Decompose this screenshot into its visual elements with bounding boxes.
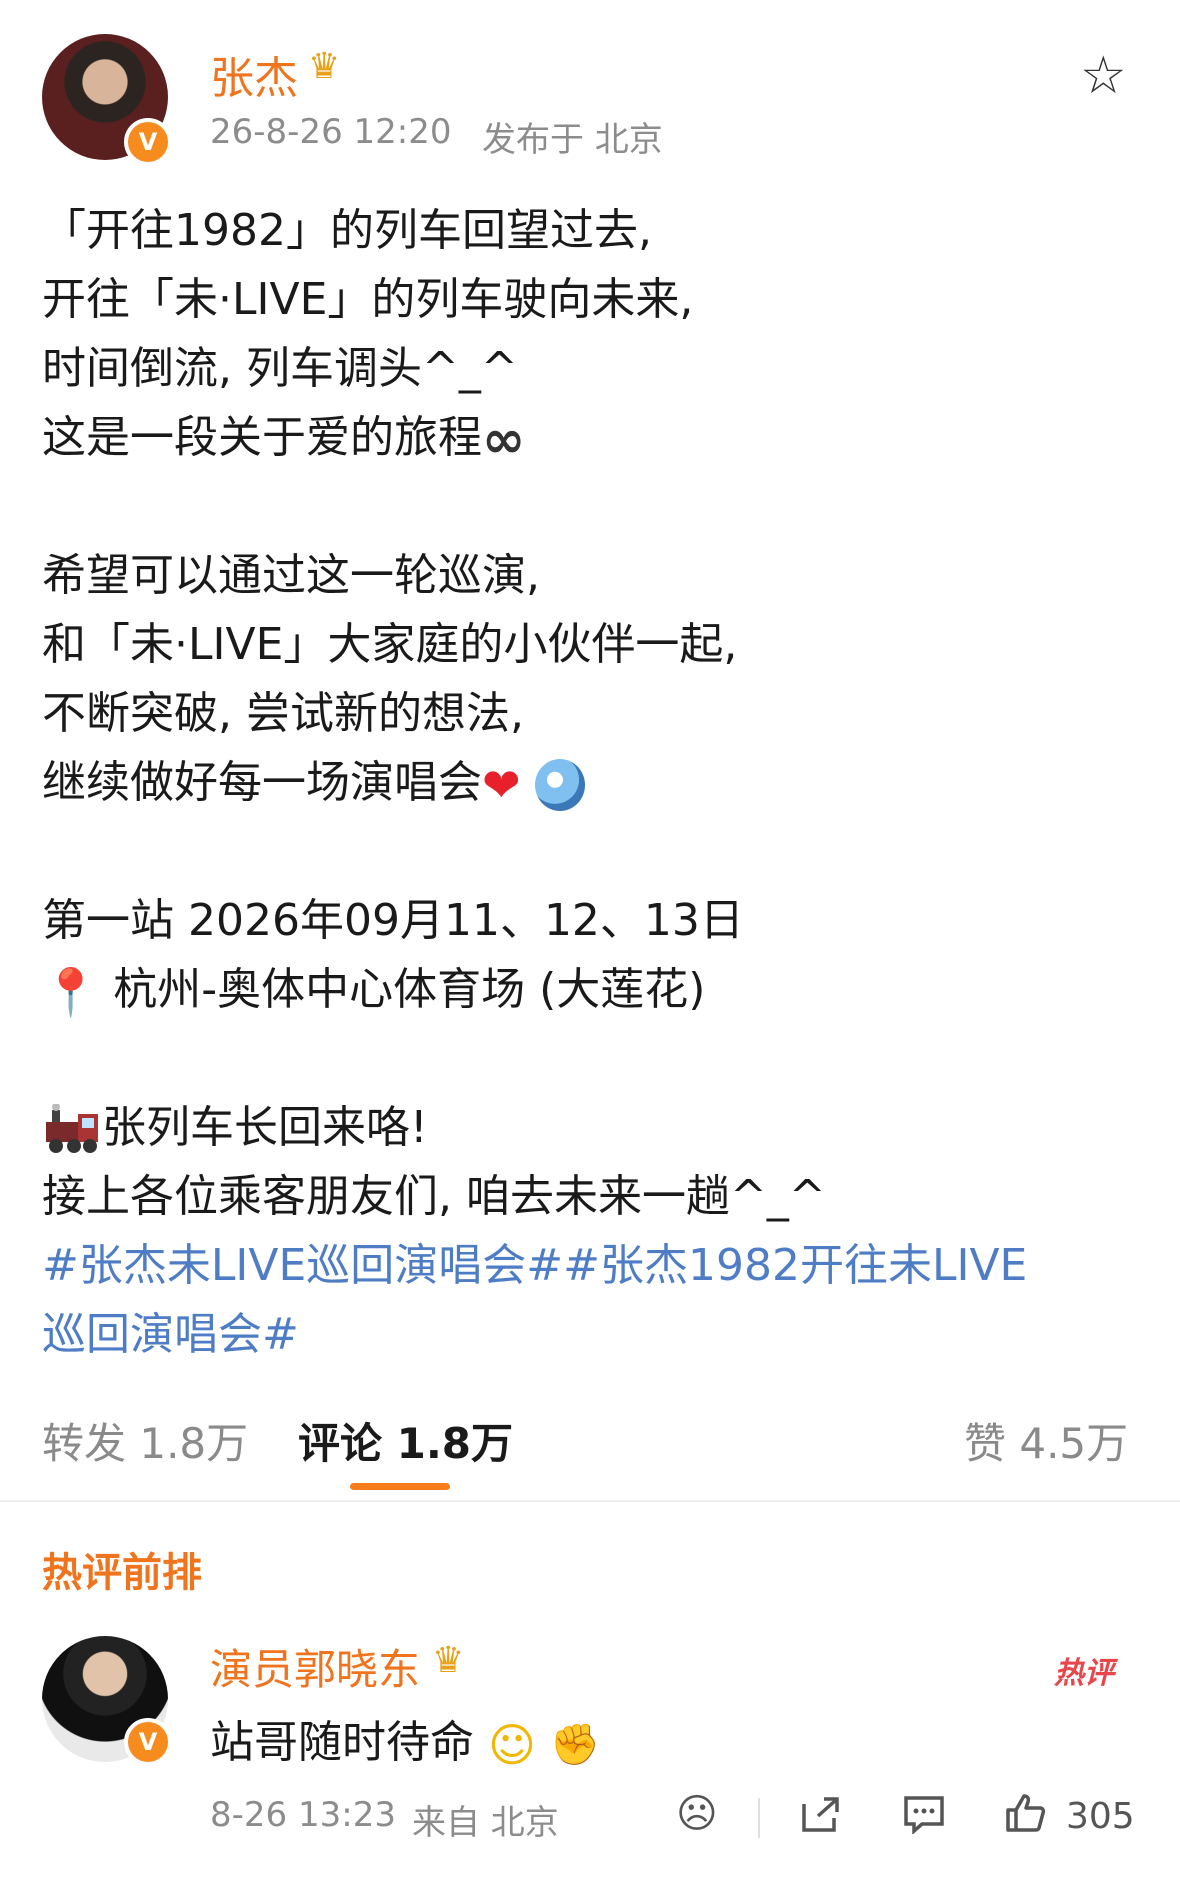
favorite-star-icon[interactable]: ☆ <box>1080 50 1127 102</box>
astronaut-emoji-icon <box>534 759 585 811</box>
post-line: 第一站 2026年09月11、12、13日 <box>42 895 744 946</box>
author-name[interactable]: 张杰 <box>210 42 298 106</box>
post-line: 希望可以通过这一轮巡演, <box>42 550 540 601</box>
dislike-face-icon[interactable]: ☹ <box>676 1794 718 1834</box>
train-icon <box>42 1103 102 1156</box>
post-line: 时间倒流, 列车调头^_^ <box>42 343 518 394</box>
tab-likes[interactable]: 赞 4.5万 <box>964 1410 1128 1471</box>
hashtag-link[interactable]: 巡回演唱会# <box>42 1300 1142 1369</box>
post-line: 继续做好每一场演唱会❤ <box>42 748 1142 817</box>
tab-comments[interactable]: 评论 1.8万 <box>298 1410 513 1471</box>
post-location: 发布于 北京 <box>482 120 663 160</box>
post-line-text: 继续做好每一场演唱会 <box>42 757 482 808</box>
post-line: 「开往1982」的列车回望过去, <box>42 205 652 256</box>
heart-icon: ❤ <box>482 758 521 812</box>
crown-icon: ♛ <box>432 1640 465 1681</box>
comment-text: 站哥随时待命 ☺ ✊ <box>210 1706 600 1770</box>
like-thumb-icon[interactable] <box>1004 1792 1046 1841</box>
post-timestamp: 26-8-26 12:20 <box>210 112 452 152</box>
hot-comments-title: 热评前排 <box>42 1550 202 1596</box>
active-tab-indicator <box>350 1483 450 1490</box>
fist-emoji-icon: ✊ <box>549 1722 600 1768</box>
comment-text-content: 站哥随时待命 <box>210 1717 474 1768</box>
comment-icon[interactable] <box>902 1794 946 1841</box>
divider <box>0 1500 1180 1502</box>
post-line: 不断突破, 尝试新的想法, <box>42 688 524 739</box>
comment-time: 8-26 13:23 <box>210 1795 396 1835</box>
tab-repost[interactable]: 转发 1.8万 <box>42 1410 248 1471</box>
share-icon[interactable] <box>800 1794 842 1841</box>
post-line-text: 这是一段关于爱的旅程 <box>42 412 482 463</box>
post-line-text: 杭州-奥体中心体育场 (大莲花) <box>113 964 706 1015</box>
post-line-text: 张列车长回来咯! <box>102 1102 428 1153</box>
location-pin-icon: 📍 <box>42 965 100 1019</box>
like-count: 305 <box>1066 1796 1135 1837</box>
divider <box>758 1798 760 1838</box>
post-line: 开往「未·LIVE」的列车驶向未来, <box>42 274 694 325</box>
commenter-name[interactable]: 演员郭晓东 <box>210 1636 420 1697</box>
post-line: 这是一段关于爱的旅程∞ <box>42 403 1142 472</box>
post-line: 张列车长回来咯! <box>42 1093 1142 1162</box>
post-line: 接上各位乘客朋友们, 咱去未来一趟^_^ <box>42 1171 826 1222</box>
crown-icon: ♛ <box>308 46 341 87</box>
post-line: 📍 杭州-奥体中心体育场 (大莲花) <box>42 955 1142 1024</box>
verified-badge-icon: V <box>124 1718 172 1766</box>
comment-location: 来自 北京 <box>412 1803 559 1843</box>
smile-emoji-icon: ☺ <box>488 1718 536 1772</box>
hashtag-link[interactable]: #张杰未LIVE巡回演唱会##张杰1982开往未LIVE <box>42 1231 1142 1300</box>
hot-comment-badge: 热评 <box>1054 1656 1114 1691</box>
post-line: 和「未·LIVE」大家庭的小伙伴一起, <box>42 619 738 670</box>
verified-badge-icon: V <box>124 118 172 166</box>
post-content: 「开往1982」的列车回望过去, 开往「未·LIVE」的列车驶向未来, 时间倒流… <box>42 196 1142 1369</box>
infinity-icon: ∞ <box>482 410 526 470</box>
